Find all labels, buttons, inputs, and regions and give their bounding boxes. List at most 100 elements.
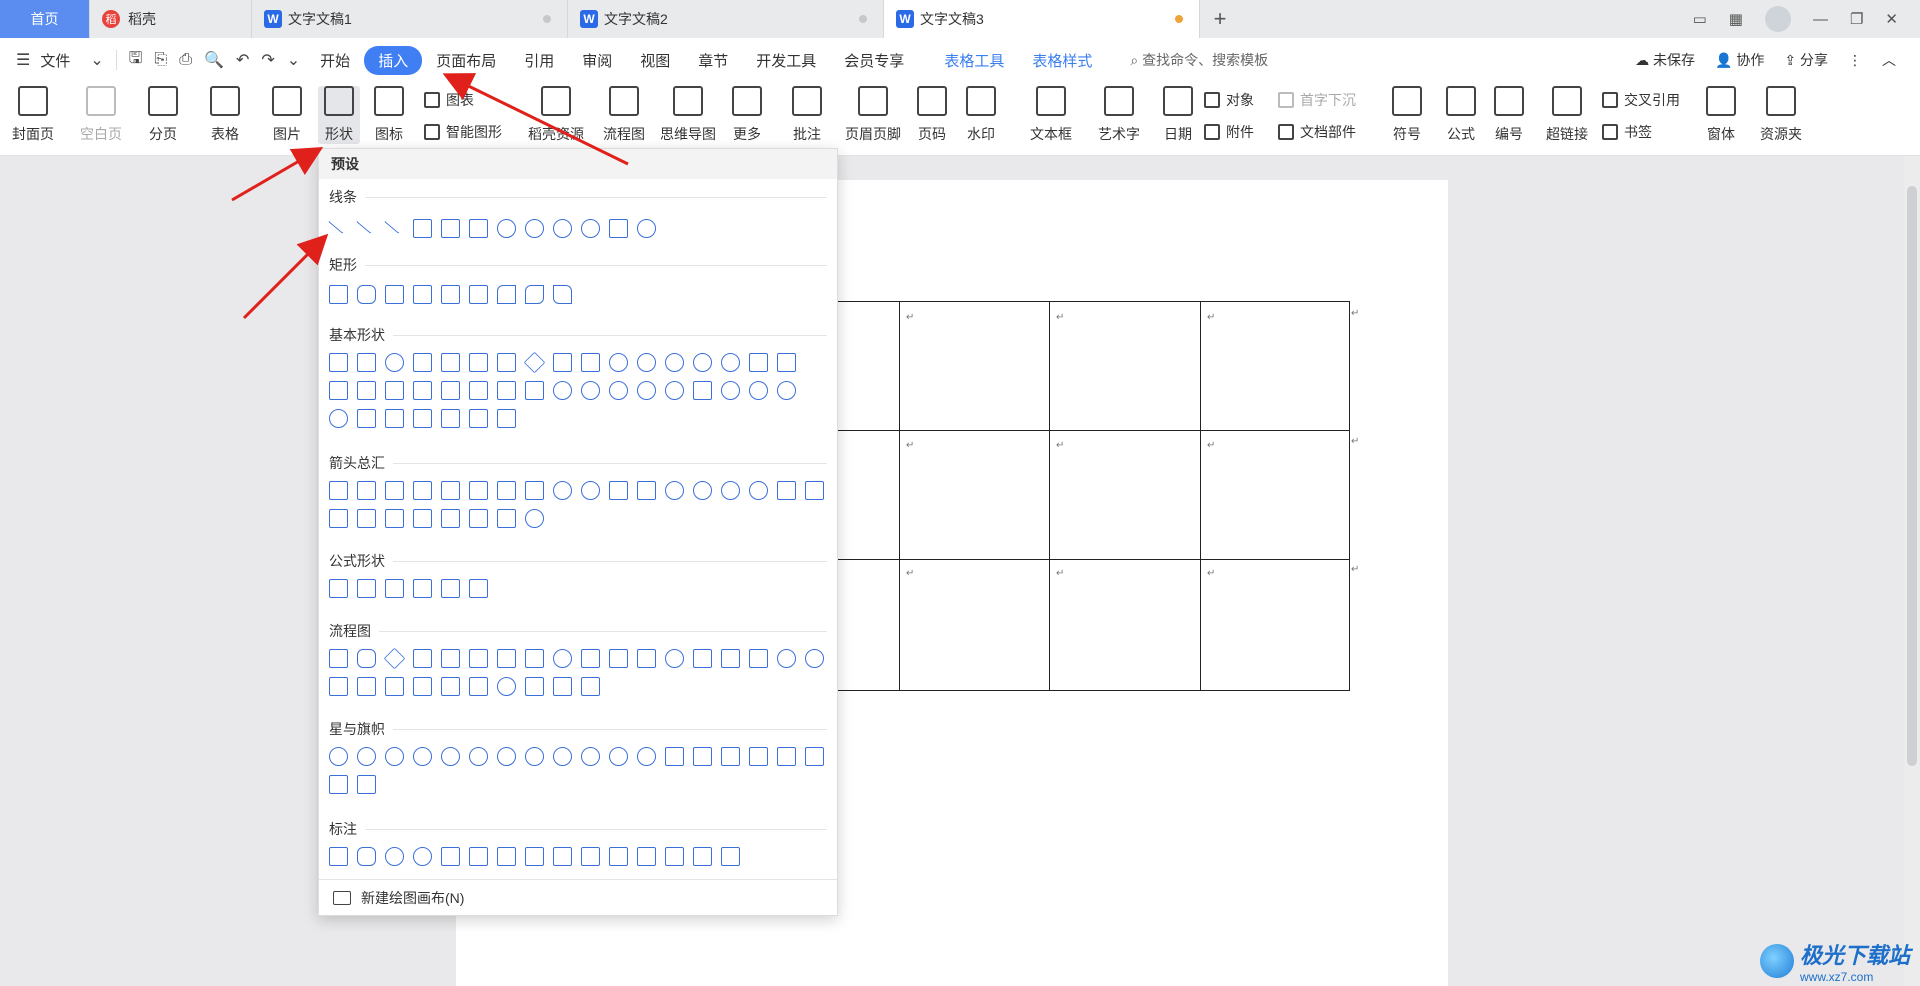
numbering-button[interactable]: 编号 [1494, 86, 1524, 144]
down-arrow-shape[interactable] [413, 481, 432, 500]
star-32-shape[interactable] [637, 747, 656, 766]
double-bracket-shape[interactable] [357, 409, 376, 428]
curved-up-arrow-shape[interactable] [721, 481, 740, 500]
right-bracket-shape[interactable] [441, 409, 460, 428]
search-command[interactable]: ⌕ 查找命令、搜索模板 [1106, 50, 1268, 70]
diagonal-stripe-shape[interactable] [385, 381, 404, 400]
symbol-button[interactable]: 符号 [1392, 86, 1422, 144]
snip-rectangle-shape[interactable] [385, 285, 404, 304]
snip-same-side-shape[interactable] [413, 285, 432, 304]
menu-view[interactable]: 视图 [626, 50, 684, 71]
double-brace-shape[interactable] [385, 409, 404, 428]
elbow-connector-shape[interactable] [413, 219, 432, 238]
block-arc-shape[interactable] [609, 381, 628, 400]
round-single-corner-shape[interactable] [497, 285, 516, 304]
chevron-shape[interactable] [357, 509, 376, 528]
rounded-rectangle-shape[interactable] [357, 285, 376, 304]
hyperlink-button[interactable]: 超链接 [1546, 86, 1588, 144]
new-canvas-button[interactable]: 新建绘图画布(N) [319, 879, 837, 915]
flow-multidocument-shape[interactable] [525, 649, 544, 668]
textbox-button[interactable]: 文本框 [1030, 86, 1072, 144]
menu-layout[interactable]: 页面布局 [422, 50, 510, 71]
oval-callout-shape[interactable] [385, 847, 404, 866]
more-button[interactable]: 更多 [732, 86, 762, 144]
left-right-up-arrow-shape[interactable] [525, 481, 544, 500]
picture-button[interactable]: 图片 [272, 86, 302, 144]
flow-magnetic-disk-shape[interactable] [525, 677, 544, 696]
quad-arrow-shape[interactable] [497, 481, 516, 500]
line-shape[interactable] [328, 214, 349, 234]
watermark-button[interactable]: 水印 [966, 86, 996, 144]
resource-folder-button[interactable]: 资源夹 [1760, 86, 1802, 144]
menu-table-tools[interactable]: 表格工具 [918, 50, 1018, 71]
diamond-shape[interactable] [523, 351, 546, 374]
cloud-callout-shape[interactable] [413, 847, 432, 866]
flow-sort-shape[interactable] [357, 677, 376, 696]
up-down-arrow-shape[interactable] [469, 481, 488, 500]
flow-preparation-shape[interactable] [581, 649, 600, 668]
chord-shape[interactable] [749, 353, 768, 372]
hamburger-icon[interactable]: ☰ [0, 50, 36, 70]
right-arrow-callout-shape[interactable] [385, 509, 404, 528]
page-number-button[interactable]: 页码 [917, 86, 947, 144]
date-button[interactable]: 日期 [1163, 86, 1193, 144]
parallelogram-shape[interactable] [469, 353, 488, 372]
collab-button[interactable]: 👤 协作 [1715, 50, 1764, 70]
document-table[interactable] [816, 301, 1350, 691]
flow-alt-process-shape[interactable] [357, 649, 376, 668]
attachment-button[interactable]: 附件 [1204, 122, 1254, 142]
menu-member[interactable]: 会员专享 [830, 50, 918, 71]
smart-shape-button[interactable]: 智能图形 [424, 122, 502, 142]
pentagon-shape[interactable] [553, 353, 572, 372]
horizontal-scroll-shape[interactable] [805, 747, 824, 766]
flow-stored-data-shape[interactable] [441, 677, 460, 696]
flow-display-shape[interactable] [581, 677, 600, 696]
undo-icon[interactable]: ↶ [230, 50, 255, 70]
flow-manual-operation-shape[interactable] [637, 649, 656, 668]
layout-icon[interactable]: ▭ [1693, 10, 1707, 28]
file-menu[interactable]: 文件 [36, 50, 84, 71]
cross-shape[interactable] [413, 381, 432, 400]
flow-direct-storage-shape[interactable] [553, 677, 572, 696]
curved-ribbon-up-shape[interactable] [749, 747, 768, 766]
elbow-double-arrow-shape[interactable] [469, 219, 488, 238]
smiley-shape[interactable] [637, 381, 656, 400]
share-button[interactable]: ⇪ 分享 [1784, 50, 1828, 70]
donut-shape[interactable] [553, 381, 572, 400]
down-arrow-callout-shape[interactable] [469, 509, 488, 528]
tab-doc1[interactable]: W 文字文稿1 [252, 0, 568, 38]
flow-manual-input-shape[interactable] [609, 649, 628, 668]
tab-home[interactable]: 首页 [0, 0, 90, 38]
circular-arrow-shape[interactable] [525, 509, 544, 528]
star-5-shape[interactable] [357, 747, 376, 766]
flow-connector-shape[interactable] [665, 649, 684, 668]
octagon-shape[interactable] [637, 353, 656, 372]
save-icon[interactable]: 🖫 [123, 47, 149, 74]
frame-shape[interactable] [777, 353, 796, 372]
up-arrow-callout-shape[interactable] [441, 509, 460, 528]
object-button[interactable]: 对象 [1204, 90, 1254, 110]
vertical-scroll-shape[interactable] [777, 747, 796, 766]
page-break-button[interactable]: 分页 [148, 86, 178, 144]
close-icon[interactable]: ✕ [1885, 10, 1898, 28]
more-icon[interactable]: ⋮ [1848, 52, 1862, 69]
hexagon-shape[interactable] [581, 353, 600, 372]
flow-predefined-shape[interactable] [441, 649, 460, 668]
minimize-icon[interactable]: — [1813, 11, 1828, 28]
triangle-shape[interactable] [413, 353, 432, 372]
star-8-shape[interactable] [497, 747, 516, 766]
star-12-shape[interactable] [553, 747, 572, 766]
curve-shape[interactable] [581, 219, 600, 238]
star-10-shape[interactable] [525, 747, 544, 766]
accent-border-callout-shape[interactable] [721, 847, 740, 866]
plaque-shape[interactable] [441, 381, 460, 400]
flow-internal-storage-shape[interactable] [469, 649, 488, 668]
striped-right-arrow-shape[interactable] [777, 481, 796, 500]
new-tab-button[interactable]: + [1200, 0, 1240, 38]
border-callout-2-shape[interactable] [665, 847, 684, 866]
line-callout-2-shape[interactable] [469, 847, 488, 866]
curved-double-arrow-shape[interactable] [553, 219, 572, 238]
decagon-shape[interactable] [665, 353, 684, 372]
curved-down-arrow-shape[interactable] [749, 481, 768, 500]
l-shape[interactable] [357, 381, 376, 400]
